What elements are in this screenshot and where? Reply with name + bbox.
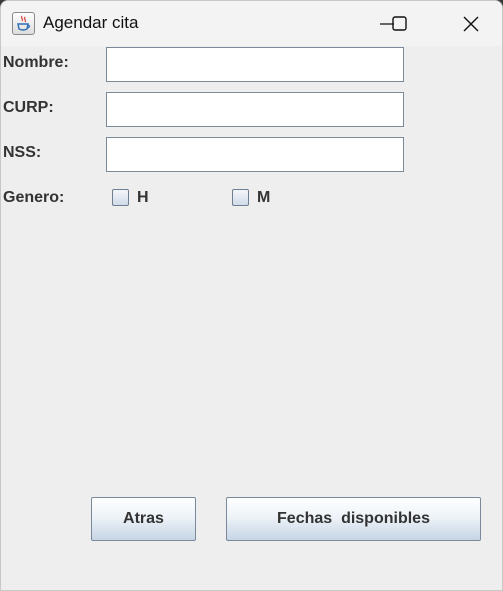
genero-h-label[interactable]: H xyxy=(137,189,149,207)
genero-label: Genero: xyxy=(3,189,65,206)
maximize-button[interactable] xyxy=(369,1,429,46)
curp-field[interactable] xyxy=(106,92,404,127)
title-bar[interactable]: Agendar cita xyxy=(1,1,502,46)
nss-field[interactable] xyxy=(106,137,404,172)
nombre-label: Nombre: xyxy=(3,54,69,71)
available-dates-button[interactable]: Fechas disponibles xyxy=(226,497,481,541)
genero-m-label[interactable]: M xyxy=(257,189,270,207)
genero-m-checkbox[interactable] xyxy=(232,189,249,206)
close-button[interactable] xyxy=(441,1,501,46)
java-cup-icon xyxy=(12,12,35,35)
curp-label: CURP: xyxy=(3,99,54,116)
agendar-cita-window: Agendar cita Nombre: CURP: NSS: Genero: … xyxy=(0,0,503,591)
back-button[interactable]: Atras xyxy=(91,497,196,541)
nombre-field[interactable] xyxy=(106,47,404,82)
nss-label: NSS: xyxy=(3,144,42,161)
maximize-icon xyxy=(391,16,407,31)
window-title: Agendar cita xyxy=(43,13,139,32)
close-icon xyxy=(463,16,479,31)
genero-h-checkbox[interactable] xyxy=(112,189,129,206)
